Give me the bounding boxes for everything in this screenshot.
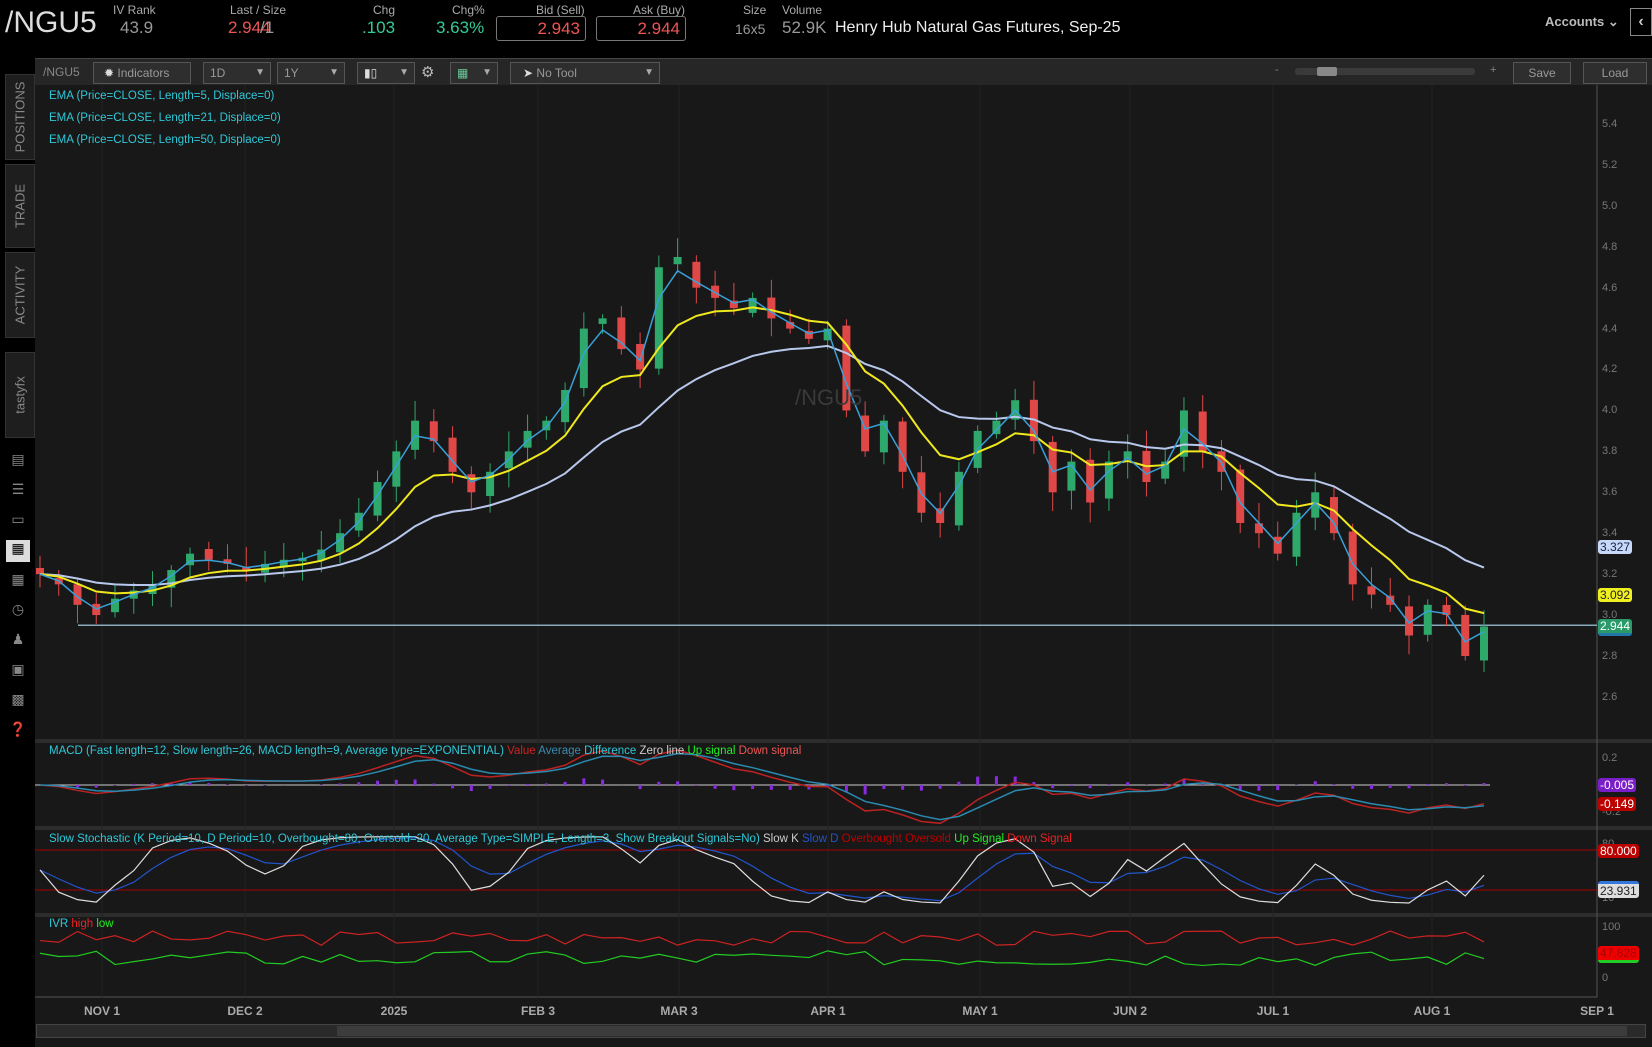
stoch-legend-ob: Overbought bbox=[841, 833, 902, 845]
candle bbox=[767, 297, 776, 319]
stoch-d-line bbox=[39, 837, 1485, 902]
last-price-badge: 2.944 bbox=[1598, 619, 1633, 636]
scrollbar-thumb[interactable] bbox=[337, 1026, 1627, 1036]
panel-separator bbox=[35, 913, 1652, 917]
candle bbox=[579, 328, 588, 389]
macd-tick: 0.2 bbox=[1602, 752, 1618, 764]
candle bbox=[448, 437, 457, 472]
price-tick: 3.2 bbox=[1602, 567, 1618, 580]
ema50-label[interactable]: EMA (Price=CLOSE, Length=50, Displace=0) bbox=[49, 134, 281, 146]
price-tick: 4.4 bbox=[1602, 322, 1618, 335]
ivr-tick: 100 bbox=[1602, 921, 1621, 933]
ivr-low-line bbox=[39, 950, 1485, 967]
date-label: APR 1 bbox=[810, 1004, 846, 1018]
stoch-legend-down: Down Signal bbox=[1007, 833, 1072, 845]
date-label: JUN 2 bbox=[1112, 1004, 1148, 1018]
panel-separator bbox=[35, 739, 1652, 743]
stoch-legend-os: Oversold bbox=[904, 833, 951, 845]
price-tick: 3.8 bbox=[1602, 445, 1618, 458]
ema21-price-badge: 3.092 bbox=[1598, 588, 1633, 602]
price-tick: 4.2 bbox=[1602, 363, 1618, 376]
stoch-legend-up: Up Signal bbox=[954, 833, 1005, 845]
price-tick: 3.4 bbox=[1602, 527, 1618, 539]
ivr-legend-low: low bbox=[96, 918, 114, 930]
candle bbox=[1273, 536, 1282, 554]
horizontal-scrollbar[interactable] bbox=[36, 1024, 1646, 1038]
macd-legend-average: Average bbox=[538, 745, 581, 757]
date-label: MAR 3 bbox=[660, 1004, 698, 1018]
ivr-badge: 47.828 bbox=[1598, 946, 1639, 963]
candle bbox=[1104, 461, 1113, 499]
stoch-legend[interactable]: Slow Stochastic (K Period=10, D Period=1… bbox=[49, 833, 1072, 845]
macd-legend-up: Up signal bbox=[687, 745, 736, 757]
date-label: DEC 2 bbox=[227, 1004, 263, 1018]
date-label: SEP 1 bbox=[1580, 1004, 1614, 1018]
macd-title: MACD (Fast length=12, Slow length=26, MA… bbox=[49, 745, 504, 757]
candle bbox=[1423, 604, 1432, 635]
candle bbox=[1386, 595, 1395, 605]
date-label: MAY 1 bbox=[962, 1004, 998, 1018]
macd-legend-down: Down signal bbox=[738, 745, 802, 757]
date-label: 2025 bbox=[380, 1004, 408, 1018]
ivr-high-line bbox=[39, 930, 1485, 946]
chart-plot[interactable] bbox=[0, 0, 1652, 1047]
candle bbox=[204, 548, 213, 560]
price-tick: 5.2 bbox=[1602, 158, 1618, 171]
price-tick: 4.0 bbox=[1602, 404, 1618, 417]
price-tick: 5.0 bbox=[1602, 199, 1618, 212]
price-tick: 4.6 bbox=[1602, 281, 1618, 294]
price-tick: 4.8 bbox=[1602, 240, 1618, 253]
ivr-tick: 0 bbox=[1602, 972, 1609, 984]
candle bbox=[1254, 523, 1263, 534]
ema21-label[interactable]: EMA (Price=CLOSE, Length=21, Displace=0) bbox=[49, 112, 281, 124]
price-tick: 2.8 bbox=[1602, 649, 1618, 662]
price-tick: 2.6 bbox=[1602, 690, 1618, 703]
macd-average-line bbox=[39, 752, 1485, 821]
candle bbox=[673, 256, 682, 265]
date-label: NOV 1 bbox=[83, 1004, 121, 1018]
ivr-legend[interactable]: IVR high low bbox=[49, 918, 114, 930]
candle bbox=[879, 420, 888, 453]
ivr-legend-high: high bbox=[71, 918, 94, 930]
macd-value-badge: -0.149 bbox=[1598, 797, 1637, 811]
ema5-line bbox=[39, 269, 1485, 643]
symbol-watermark: /NGU5 bbox=[795, 385, 863, 410]
macd-legend-zero: Zero line bbox=[639, 745, 685, 757]
ema50-price-badge: 3.327 bbox=[1598, 540, 1633, 554]
macd-legend[interactable]: MACD (Fast length=12, Slow length=26, MA… bbox=[49, 745, 801, 757]
stoch-overbought-badge: 80.000 bbox=[1598, 844, 1639, 858]
candle bbox=[598, 318, 607, 324]
candle bbox=[1086, 459, 1095, 503]
macd-legend-difference: Difference bbox=[584, 745, 637, 757]
macd-diff-badge: -0.005 bbox=[1598, 778, 1637, 792]
stoch-k-badge: 23.931 bbox=[1598, 881, 1639, 898]
stoch-k-line bbox=[39, 836, 1485, 904]
ema50-line bbox=[39, 344, 1485, 587]
candle bbox=[898, 421, 907, 472]
candle bbox=[467, 474, 476, 493]
stoch-title: Slow Stochastic (K Period=10, D Period=1… bbox=[49, 833, 760, 845]
stoch-legend-k: Slow K bbox=[762, 833, 799, 845]
candle bbox=[1367, 586, 1376, 595]
price-tick: 5.4 bbox=[1602, 118, 1618, 130]
date-label: FEB 3 bbox=[520, 1004, 556, 1018]
macd-legend-value: Value bbox=[507, 745, 536, 757]
candle bbox=[1480, 626, 1488, 661]
date-label: AUG 1 bbox=[1413, 1004, 1451, 1018]
candle bbox=[617, 317, 626, 350]
stoch-legend-d: Slow D bbox=[801, 833, 839, 845]
macd-value-line bbox=[39, 749, 1485, 825]
candle bbox=[636, 344, 645, 370]
panel-separator bbox=[35, 826, 1652, 830]
ema5-label[interactable]: EMA (Price=CLOSE, Length=5, Displace=0) bbox=[49, 90, 274, 102]
ivr-title: IVR bbox=[49, 918, 69, 930]
price-tick: 3.6 bbox=[1602, 486, 1618, 499]
candle bbox=[1461, 614, 1470, 656]
date-label: JUL 1 bbox=[1256, 1004, 1290, 1018]
candle bbox=[36, 567, 44, 575]
